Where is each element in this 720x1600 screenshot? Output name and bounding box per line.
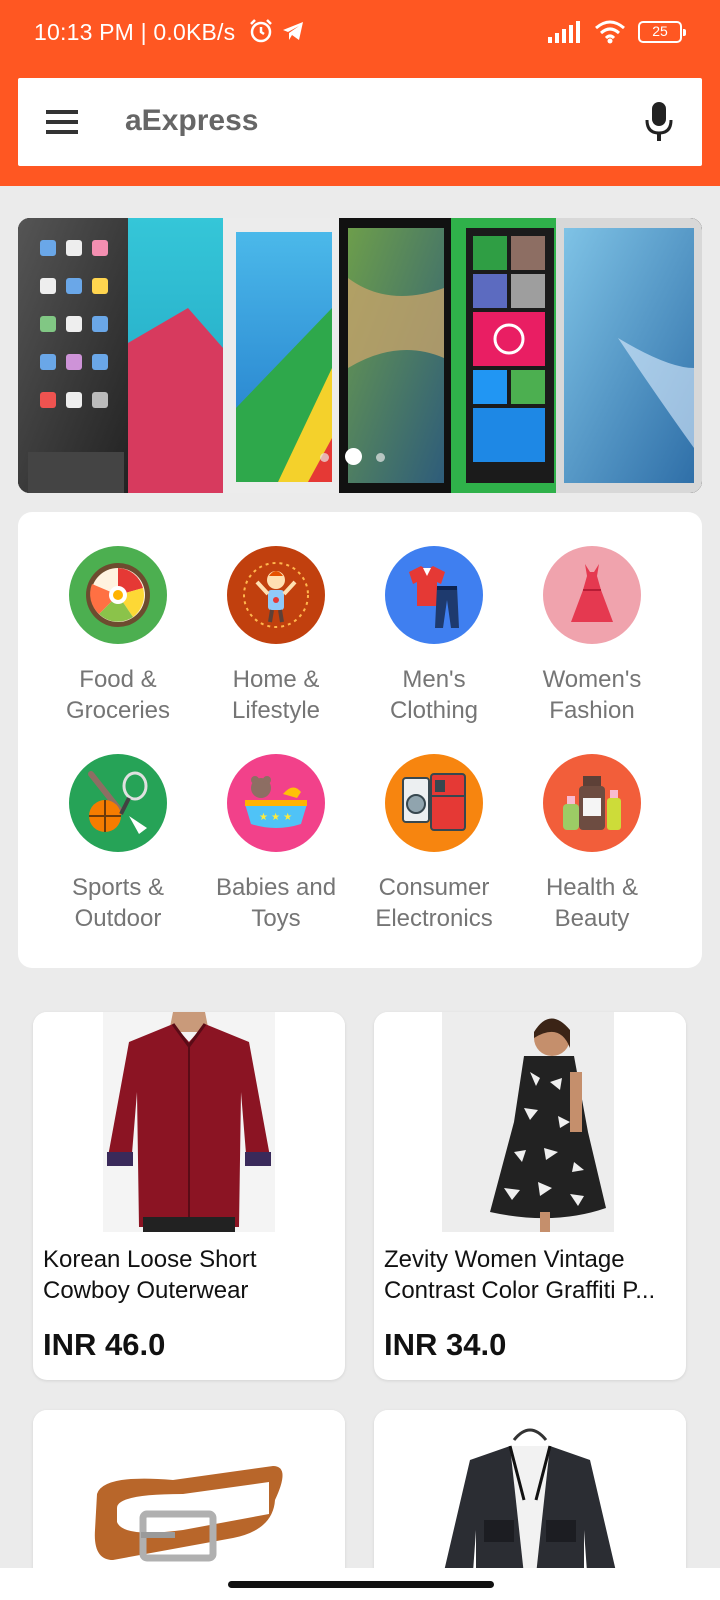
category-label: Home & Lifestyle [231, 666, 321, 724]
category-consumer-electronics[interactable]: Consumer Electronics [354, 754, 514, 934]
carousel-dot[interactable] [320, 453, 329, 462]
food-bowl-icon [69, 546, 167, 644]
mens-clothing-icon [385, 546, 483, 644]
product-title-line2: Contrast Color Graffiti P... [384, 1277, 656, 1304]
category-sports-outdoor[interactable]: Sports & Outdoor [38, 754, 198, 934]
category-food-groceries[interactable]: Food & Groceries [38, 546, 198, 726]
category-label: Health & Beauty [545, 874, 639, 932]
dress-icon [543, 546, 641, 644]
product-price: INR 46.0 [43, 1327, 166, 1362]
category-label: Men's Clothing [389, 666, 479, 724]
home-lifestyle-icon [227, 546, 325, 644]
category-label: Consumer Electronics [375, 874, 493, 932]
banner-carousel[interactable] [18, 218, 702, 493]
toys-icon: ★ ★ ★ [227, 754, 325, 852]
menu-icon[interactable] [46, 108, 78, 136]
red-shirt-image [33, 1012, 345, 1232]
product-title-line1: Zevity Women Vintage [384, 1246, 625, 1273]
mic-icon[interactable] [644, 100, 674, 144]
status-time: 10:13 PM | 0.0KB/s [34, 19, 236, 45]
category-label: Women's Fashion [542, 666, 642, 724]
category-label: Sports & Outdoor [71, 874, 165, 932]
category-babies-toys[interactable]: ★ ★ ★ Babies and Toys [196, 754, 356, 934]
search-input[interactable]: aExpress [125, 104, 258, 138]
wifi-icon [595, 20, 625, 44]
printed-dress-image [374, 1012, 686, 1232]
app-header: 10:13 PM | 0.0KB/s 25 aExpress [0, 0, 720, 186]
category-grid: Food & Groceries Home & Lifestyle Men's … [18, 512, 702, 968]
sports-icon [69, 754, 167, 852]
carousel-dot[interactable] [376, 453, 385, 462]
carousel-dot-active[interactable] [345, 448, 362, 465]
navigation-bar [0, 1568, 720, 1600]
telegram-icon [283, 22, 303, 40]
product-title-line1: Korean Loose Short [43, 1246, 257, 1273]
status-bar: 10:13 PM | 0.0KB/s 25 [0, 0, 720, 66]
signal-icon [548, 21, 580, 43]
category-home-lifestyle[interactable]: Home & Lifestyle [196, 546, 356, 726]
battery-icon: 25 [638, 21, 686, 43]
product-card[interactable]: Korean Loose Short Cowboy Outerwear INR … [33, 1012, 345, 1380]
product-title-line2: Cowboy Outerwear [43, 1277, 249, 1304]
svg-text:★ ★ ★: ★ ★ ★ [259, 812, 292, 823]
product-card[interactable]: Zevity Women Vintage Contrast Color Graf… [374, 1012, 686, 1380]
category-health-beauty[interactable]: Health & Beauty [512, 754, 672, 934]
category-label: Babies and Toys [215, 874, 337, 932]
category-womens-fashion[interactable]: Women's Fashion [512, 546, 672, 726]
search-bar[interactable]: aExpress [18, 78, 702, 166]
category-label: Food & Groceries [65, 666, 171, 724]
product-price: INR 34.0 [384, 1327, 507, 1362]
home-gesture-handle[interactable] [228, 1581, 494, 1588]
category-mens-clothing[interactable]: Men's Clothing [354, 546, 514, 726]
alarm-icon [250, 19, 272, 43]
health-beauty-icon [543, 754, 641, 852]
electronics-icon [385, 754, 483, 852]
